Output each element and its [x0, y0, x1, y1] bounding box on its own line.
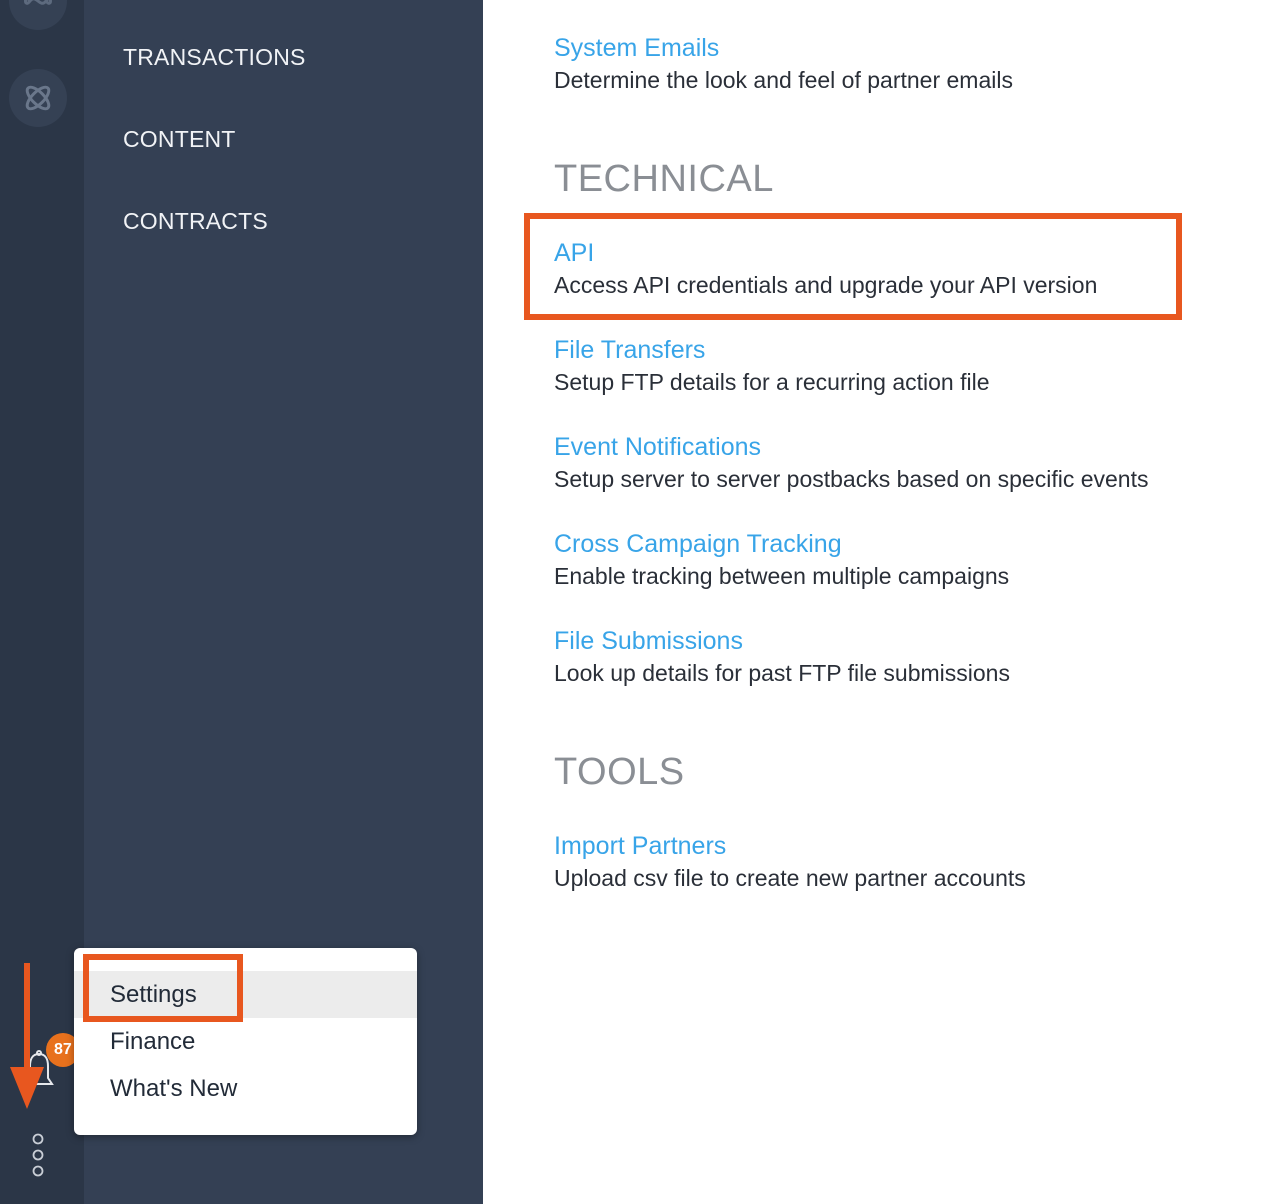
link-file-submissions[interactable]: File Submissions: [554, 627, 743, 656]
infinity-icon[interactable]: [9, 0, 67, 30]
link-system-emails[interactable]: System Emails: [554, 34, 719, 63]
desc-api: Access API credentials and upgrade your …: [554, 272, 1098, 298]
link-import-partners[interactable]: Import Partners: [554, 832, 726, 861]
more-dots-icon[interactable]: [31, 1130, 45, 1180]
desc-cross-campaign-tracking: Enable tracking between multiple campaig…: [554, 563, 1010, 589]
desc-system-emails: Determine the look and feel of partner e…: [554, 67, 1013, 93]
desc-import-partners: Upload csv file to create new partner ac…: [554, 865, 1026, 891]
app-root: 87 TRANSACTIONS CONTENT CONTRACTS Settin…: [0, 0, 1266, 1204]
nav-item-content[interactable]: CONTENT: [123, 126, 236, 153]
link-cross-campaign-tracking[interactable]: Cross Campaign Tracking: [554, 530, 842, 559]
menu-item-finance[interactable]: Finance: [74, 1018, 417, 1065]
desc-event-notifications: Setup server to server postbacks based o…: [554, 466, 1149, 492]
section-heading-tools: TOOLS: [554, 751, 685, 793]
section-heading-technical: TECHNICAL: [554, 158, 774, 200]
down-arrow-icon: [10, 963, 44, 1109]
nav-item-contracts[interactable]: CONTRACTS: [123, 208, 268, 235]
link-event-notifications[interactable]: Event Notifications: [554, 433, 761, 462]
atom-icon[interactable]: [9, 69, 67, 127]
link-file-transfers[interactable]: File Transfers: [554, 336, 705, 365]
desc-file-transfers: Setup FTP details for a recurring action…: [554, 369, 990, 395]
menu-item-settings[interactable]: Settings: [74, 971, 417, 1018]
menu-item-whats-new[interactable]: What's New: [74, 1065, 417, 1112]
settings-content: System Emails Determine the look and fee…: [483, 0, 1266, 1204]
link-api[interactable]: API: [554, 239, 594, 268]
nav-item-transactions[interactable]: TRANSACTIONS: [123, 44, 306, 71]
desc-file-submissions: Look up details for past FTP file submis…: [554, 660, 1010, 686]
